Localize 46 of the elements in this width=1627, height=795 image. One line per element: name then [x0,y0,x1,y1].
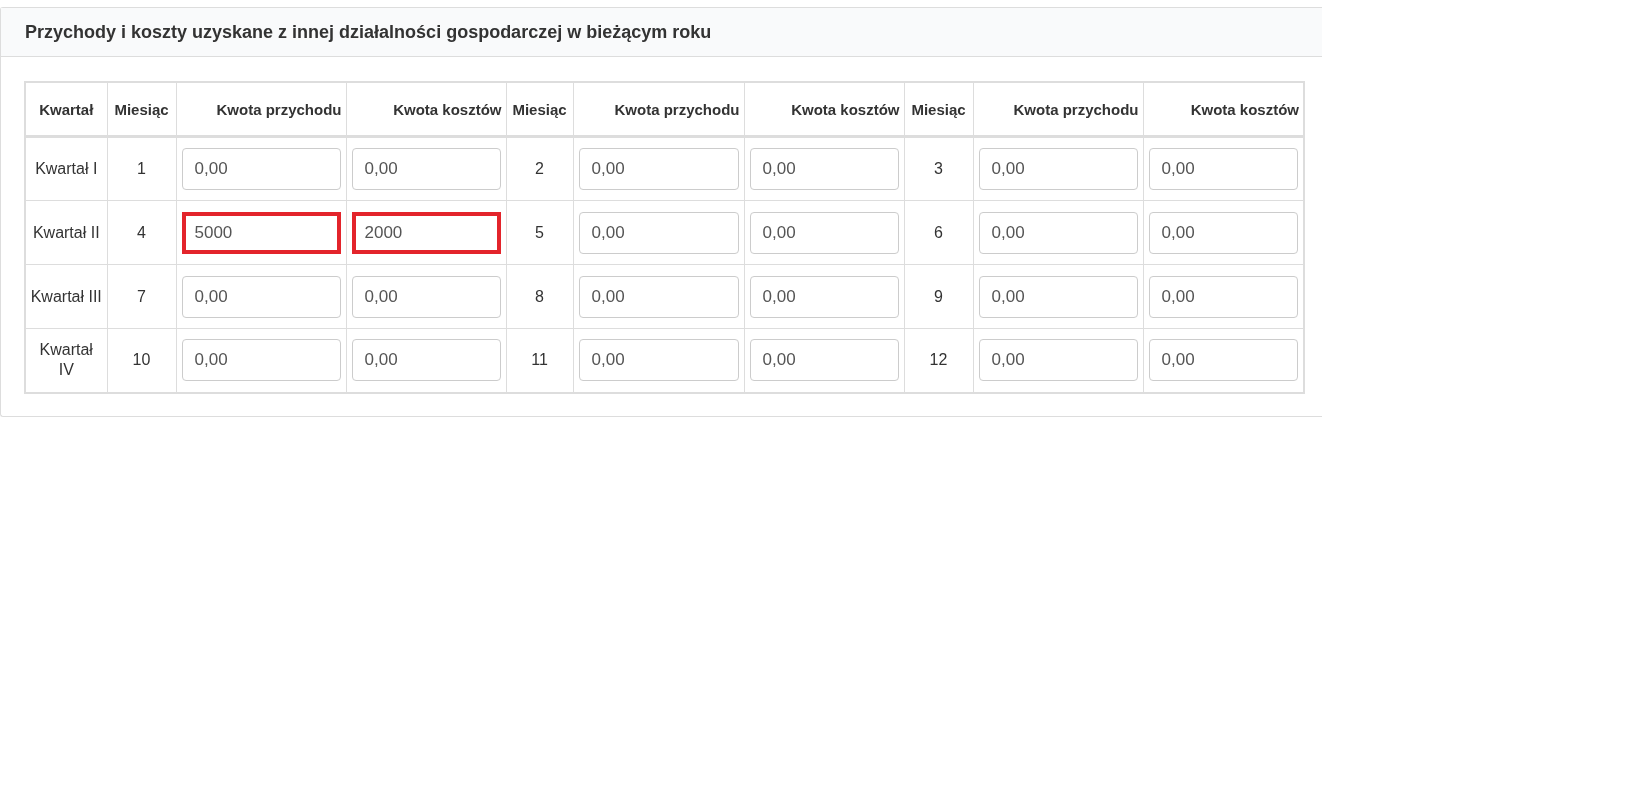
revenue-input[interactable]: 0,00 [978,275,1138,318]
costs-input[interactable]: 0,00 [749,339,899,382]
month-cell: 3 [904,136,973,201]
revenue-input[interactable]: 0,00 [181,339,341,382]
month-cell: 8 [506,264,573,329]
quarter-cell: Kwartał I [25,136,107,201]
month-cell: 1 [107,136,176,201]
costs-input[interactable]: 0,00 [1148,339,1298,382]
month-cell: 5 [506,200,573,265]
revenue-input[interactable]: 0,00 [181,148,341,190]
revenue-input[interactable]: 0,00 [578,339,739,382]
month-cell: 9 [904,264,973,329]
costs-input[interactable]: 2000 [351,211,501,254]
costs-input[interactable]: 0,00 [1148,275,1298,318]
revenue-input[interactable]: 0,00 [978,211,1138,254]
revenue-input[interactable]: 0,00 [578,211,739,254]
costs-input[interactable]: 0,00 [351,339,501,382]
costs-input[interactable]: 0,00 [351,275,501,318]
costs-input[interactable]: 0,00 [749,148,899,190]
quarter-cell: Kwartał III [25,264,107,329]
revenue-input[interactable]: 5000 [181,211,341,254]
costs-input[interactable]: 0,00 [351,148,501,190]
column-header: Kwota kosztów [744,82,904,137]
month-cell: 7 [107,264,176,329]
revenue-input[interactable]: 0,00 [978,339,1138,382]
revenue-input[interactable]: 0,00 [181,275,341,318]
column-header: Kwota przychodu [973,82,1143,137]
month-cell: 6 [904,200,973,265]
revenue-input[interactable]: 0,00 [578,275,739,318]
column-header: Kwota przychodu [573,82,744,137]
revenue-input[interactable]: 0,00 [578,148,739,190]
column-header: Kwartał [25,82,107,137]
costs-input[interactable]: 0,00 [749,275,899,318]
costs-input[interactable]: 0,00 [1148,148,1298,190]
column-header: Miesiąc [506,82,573,137]
revenue-input[interactable]: 0,00 [978,148,1138,190]
costs-input[interactable]: 0,00 [749,211,899,254]
panel-title: Przychody i koszty uzyskane z innej działalności gospodarczej w bieżącym roku [25,21,712,43]
column-header: Kwota przychodu [176,82,346,137]
month-cell: 4 [107,200,176,265]
quarter-cell: Kwartał II [25,200,107,265]
column-header: Kwota kosztów [346,82,506,137]
costs-input[interactable]: 0,00 [1148,211,1298,254]
column-header: Miesiąc [107,82,176,137]
month-cell: 2 [506,136,573,201]
column-header: Miesiąc [904,82,973,137]
